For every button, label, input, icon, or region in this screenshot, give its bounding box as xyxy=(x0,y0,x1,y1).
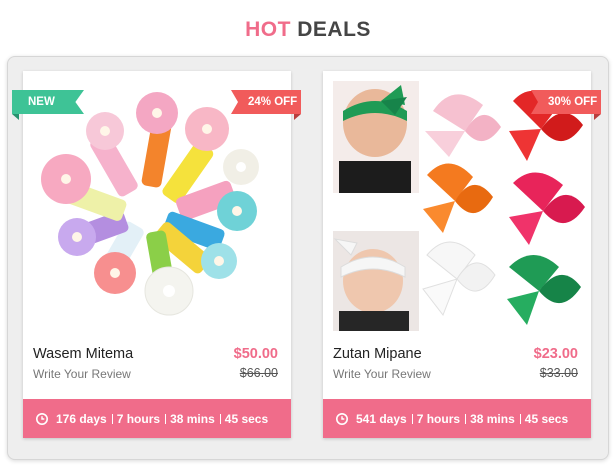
deal-countdown: 541 days 7 hours 38 mins 45 secs xyxy=(323,399,591,438)
write-review-link[interactable]: Write Your Review xyxy=(333,367,431,381)
product-card[interactable]: Zutan Mipane Write Your Review $23.00 $3… xyxy=(323,71,591,438)
countdown-hours: 7 hours xyxy=(116,411,161,426)
countdown-mins: 38 mins xyxy=(470,411,515,426)
title-deals: DEALS xyxy=(297,18,371,41)
section-title: HOT DEALS xyxy=(0,18,616,42)
countdown-mins: 38 mins xyxy=(170,411,215,426)
discount-badge-fold xyxy=(594,114,601,120)
new-badge-fold xyxy=(12,114,19,120)
countdown-divider xyxy=(465,413,467,424)
product-card[interactable]: Wasem Mitema Write Your Review $50.00 $6… xyxy=(23,71,291,438)
product-old-price: $66.00 xyxy=(239,366,278,380)
write-review-link[interactable]: Write Your Review xyxy=(33,367,131,381)
product-price: $23.00 xyxy=(533,346,578,362)
countdown-secs: 45 secs xyxy=(224,411,269,426)
discount-badge-fold xyxy=(294,114,301,120)
countdown-divider xyxy=(219,413,221,424)
countdown-divider xyxy=(519,413,521,424)
countdown-hours: 7 hours xyxy=(416,411,461,426)
clock-icon xyxy=(36,412,48,425)
discount-badge: 30% OFF xyxy=(531,90,601,114)
countdown-divider xyxy=(165,413,167,424)
product-old-price: $33.00 xyxy=(539,366,578,380)
product-price: $50.00 xyxy=(233,346,278,362)
new-badge: NEW xyxy=(12,90,84,114)
clock-icon xyxy=(336,412,348,425)
countdown-divider xyxy=(111,413,113,424)
deal-countdown: 176 days 7 hours 38 mins 45 secs xyxy=(23,399,291,438)
countdown-divider xyxy=(411,413,413,424)
product-name[interactable]: Wasem Mitema xyxy=(33,346,133,362)
countdown-days: 176 days xyxy=(56,411,107,426)
title-hot: HOT xyxy=(245,18,291,41)
discount-badge: 24% OFF xyxy=(231,90,301,114)
countdown-days: 541 days xyxy=(356,411,407,426)
product-name[interactable]: Zutan Mipane xyxy=(333,346,422,362)
countdown-secs: 45 secs xyxy=(524,411,569,426)
